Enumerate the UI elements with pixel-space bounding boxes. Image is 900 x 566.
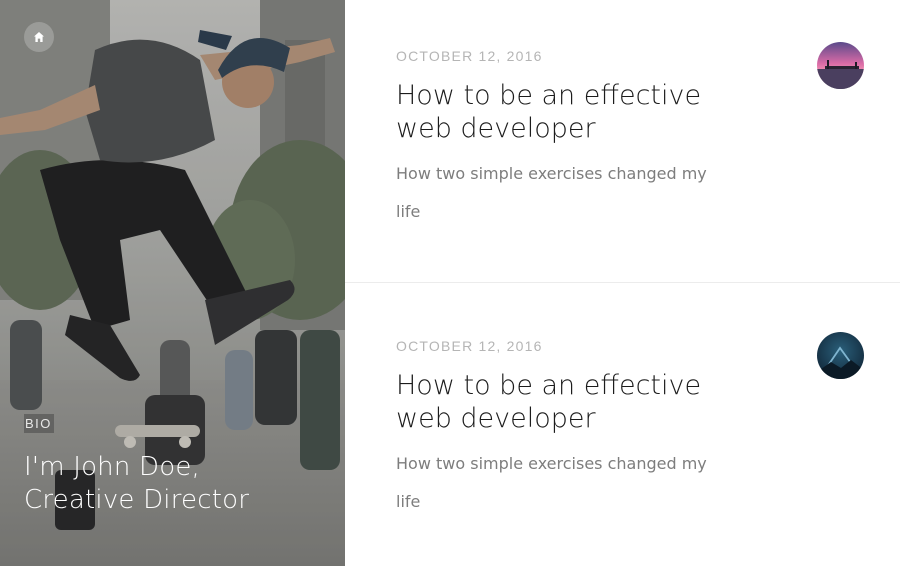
post-item: OCTOBER 12, 2016 How to be an effective … <box>345 0 900 283</box>
post-summary-line2: life <box>396 202 421 221</box>
post-summary-line2: life <box>396 492 421 511</box>
hero-panel: BIO I'm John Doe, Creative Director <box>0 0 345 566</box>
post-title-link[interactable]: How to be an effective web developer <box>396 79 736 145</box>
post-title-line1: How to be an effective <box>396 80 702 111</box>
bio-name: I'm John Doe, Creative Director <box>24 451 324 517</box>
post-title-line2: web developer <box>396 403 596 434</box>
post-summary: How two simple exercises changed my life <box>396 155 756 231</box>
post-date: OCTOBER 12, 2016 <box>396 48 543 64</box>
post-summary-line1: How two simple exercises changed my <box>396 454 707 473</box>
bio-name-line2: Creative Director <box>24 485 250 515</box>
post-divider <box>345 282 900 283</box>
home-button[interactable] <box>24 22 54 52</box>
posts-list: OCTOBER 12, 2016 How to be an effective … <box>345 0 900 566</box>
bio-name-line1: I'm John Doe, <box>24 452 200 482</box>
post-thumbnail-mountain[interactable] <box>817 332 864 379</box>
post-date: OCTOBER 12, 2016 <box>396 338 543 354</box>
page: BIO I'm John Doe, Creative Director OCTO… <box>0 0 900 566</box>
post-item: OCTOBER 12, 2016 How to be an effective … <box>345 290 900 566</box>
bio-label[interactable]: BIO <box>24 414 54 433</box>
post-title-line2: web developer <box>396 113 596 144</box>
post-thumbnail-sunset[interactable] <box>817 42 864 89</box>
home-icon <box>34 32 44 42</box>
post-summary: How two simple exercises changed my life <box>396 445 756 521</box>
post-summary-line1: How two simple exercises changed my <box>396 164 707 183</box>
post-title-link[interactable]: How to be an effective web developer <box>396 369 736 435</box>
post-title-line1: How to be an effective <box>396 370 702 401</box>
bio-block: BIO I'm John Doe, Creative Director <box>24 414 324 517</box>
sunset-pier-thumbnail <box>817 42 864 89</box>
mountain-triangle-thumbnail <box>817 332 864 379</box>
